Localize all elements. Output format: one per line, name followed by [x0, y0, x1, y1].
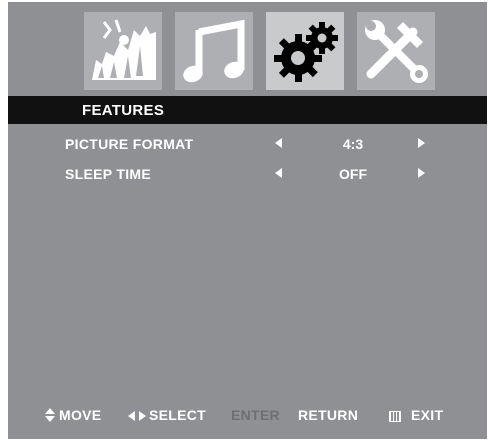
help-bar: MOVE SELECT ENTER RETURN EXIT [8, 404, 487, 426]
menu-item-sleep-time[interactable]: SLEEP TIME OFF [8, 163, 487, 185]
tab-features[interactable] [266, 12, 344, 90]
help-move: MOVE [59, 407, 102, 423]
wrench-hammer-icon [365, 20, 428, 83]
tab-picture[interactable] [84, 12, 162, 90]
menu-item-value: 4:3 [342, 136, 364, 152]
menu-key-icon [389, 411, 401, 422]
music-note-icon [183, 19, 245, 83]
menu-item-picture-format[interactable]: PICTURE FORMAT 4:3 [8, 133, 487, 155]
left-right-arrows-icon [128, 411, 146, 421]
arrow-left-icon[interactable] [275, 168, 282, 178]
tab-audio[interactable] [175, 12, 253, 90]
tab-setup[interactable] [357, 12, 435, 90]
osd-menu-panel: FEATURES PICTURE FORMAT 4:3 SLEEP TIME O… [8, 2, 487, 439]
help-enter: ENTER [231, 407, 280, 423]
arrow-left-icon[interactable] [275, 138, 282, 148]
arrow-right-icon[interactable] [418, 168, 425, 178]
menu-title-bar: FEATURES [8, 96, 487, 124]
arrow-right-icon[interactable] [418, 138, 425, 148]
menu-item-value: OFF [339, 166, 367, 182]
help-exit: EXIT [411, 407, 444, 423]
menu-item-label: SLEEP TIME [65, 166, 151, 182]
gear-icon [274, 22, 338, 82]
page-title: FEATURES [82, 102, 165, 119]
up-down-arrows-icon [45, 408, 55, 422]
mountains-icon [92, 19, 156, 80]
help-return: RETURN [298, 407, 359, 423]
help-select: SELECT [149, 407, 207, 423]
menu-item-label: PICTURE FORMAT [65, 136, 194, 152]
